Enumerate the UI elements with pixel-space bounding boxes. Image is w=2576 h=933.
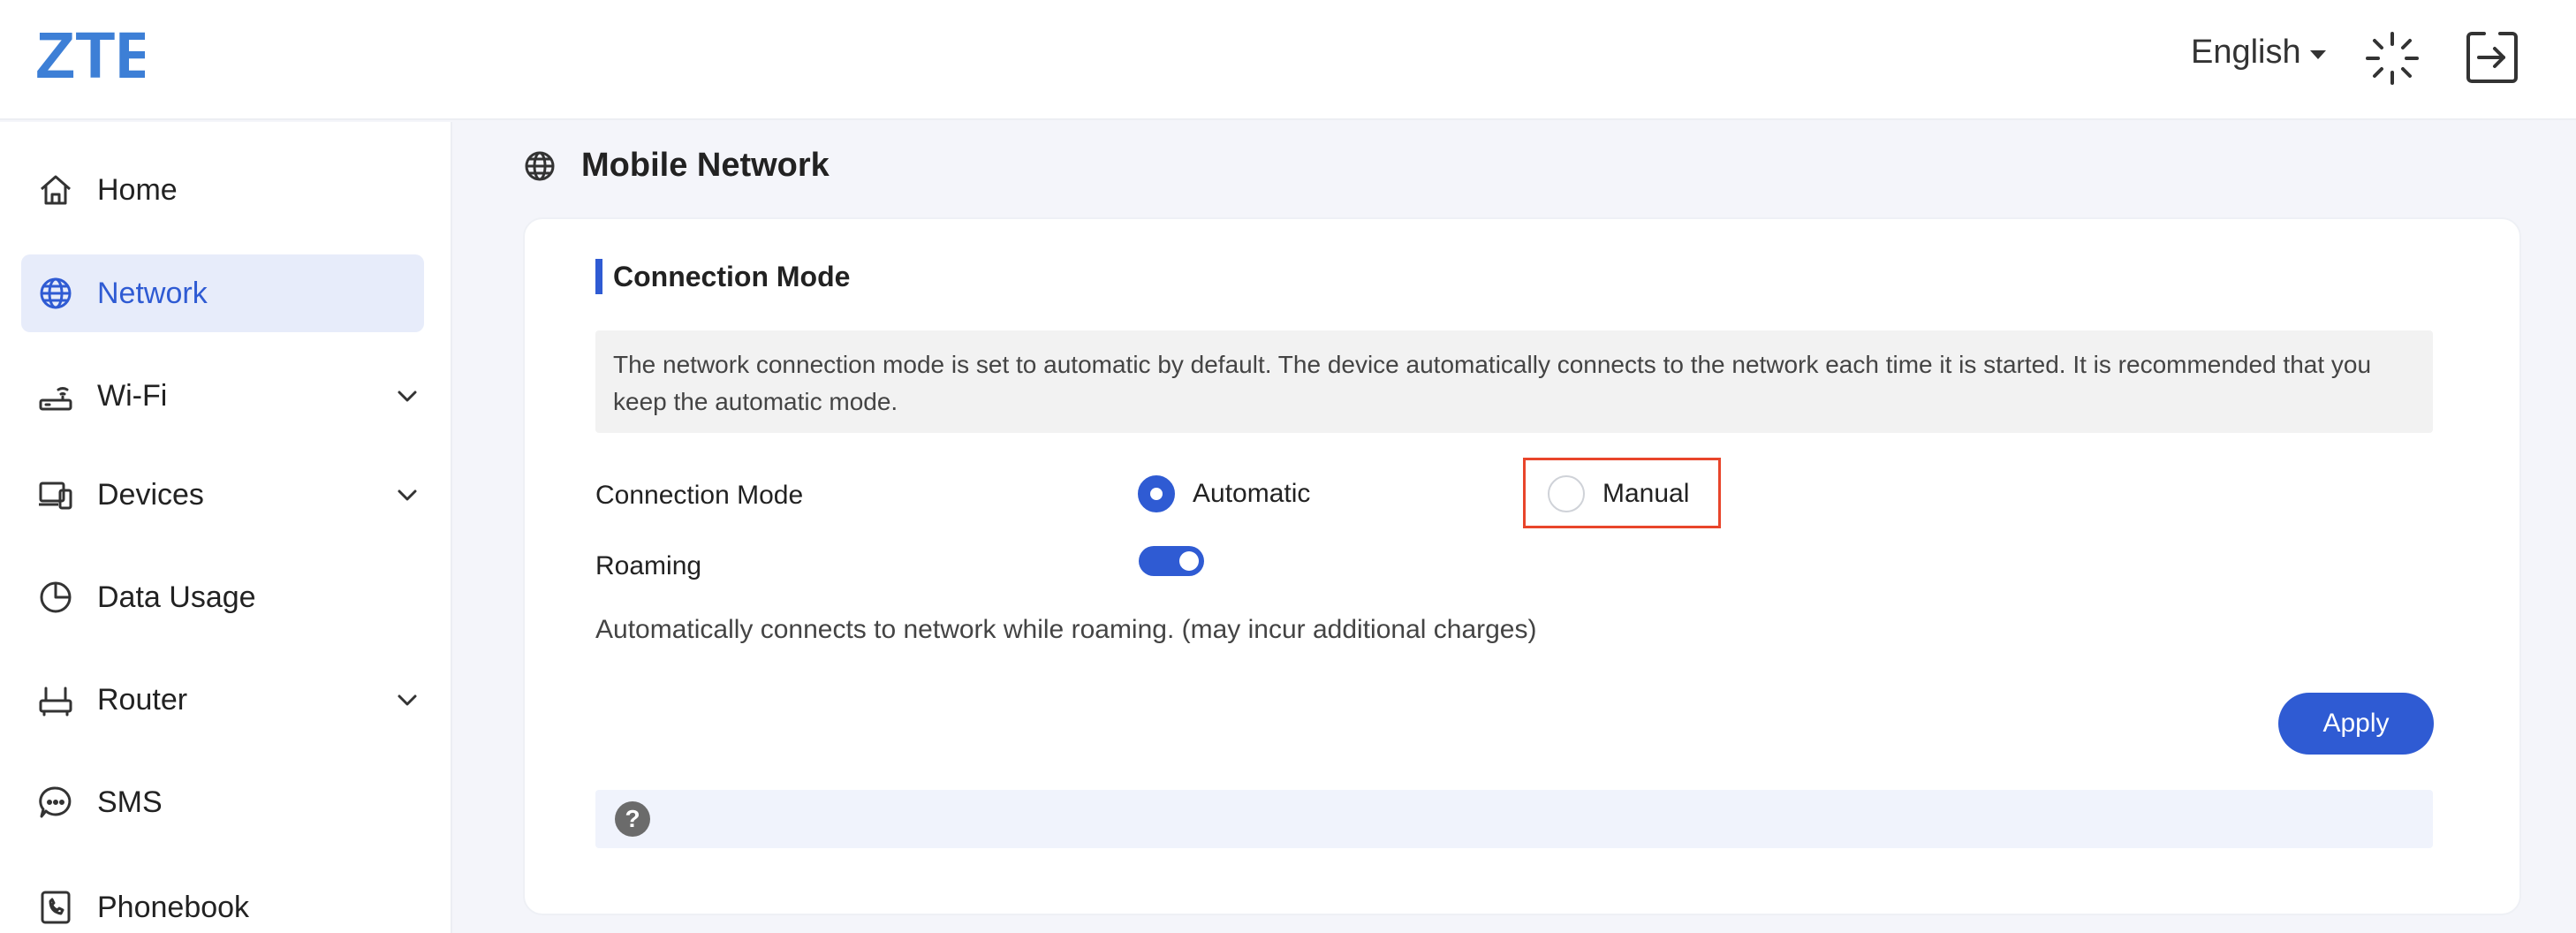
sidebar-item-wifi[interactable]: Wi-Fi xyxy=(21,357,424,435)
globe-icon xyxy=(525,151,555,180)
roaming-label: Roaming xyxy=(595,551,702,580)
sidebar-item-data-usage[interactable]: Data Usage xyxy=(21,558,424,636)
chat-bubble-icon xyxy=(39,786,72,818)
section-title: Connection Mode xyxy=(595,259,851,294)
home-icon xyxy=(41,175,71,205)
pie-chart-icon xyxy=(40,581,72,613)
sidebar-item-sms[interactable]: SMS xyxy=(21,763,424,841)
connection-mode-label: Connection Mode xyxy=(595,481,804,510)
router-icon xyxy=(39,686,72,717)
chevron-down-icon xyxy=(398,489,417,501)
manual-highlight-box xyxy=(1523,458,1721,528)
router-wifi-icon xyxy=(39,387,72,411)
page-title-row: Mobile Network xyxy=(523,147,830,185)
logo-text: ZTE xyxy=(35,25,145,85)
top-header: ZTE English xyxy=(0,0,2576,120)
sidebar-item-phonebook[interactable]: Phonebook xyxy=(21,869,424,933)
caret-down-icon xyxy=(2309,49,2326,59)
sidebar-item-devices[interactable]: Devices xyxy=(21,456,424,534)
toggle-knob xyxy=(1179,551,1199,571)
sidebar-item-label: Data Usage xyxy=(97,580,256,614)
sidebar: Home Network Wi-Fi Devices Data Usage Ro… xyxy=(0,122,452,933)
chevron-down-icon xyxy=(398,391,417,402)
sidebar-item-router[interactable]: Router xyxy=(21,661,424,739)
roaming-description: Automatically connects to network while … xyxy=(595,615,1537,644)
sidebar-item-label: Devices xyxy=(97,477,204,512)
chevron-down-icon xyxy=(398,694,417,706)
sidebar-item-home[interactable]: Home xyxy=(21,151,424,229)
sidebar-item-label: Router xyxy=(97,682,188,717)
help-box: ? xyxy=(595,790,2433,848)
loading-spinner-icon[interactable] xyxy=(2364,30,2421,87)
devices-icon xyxy=(39,482,72,510)
language-dropdown[interactable]: English xyxy=(2191,34,2326,72)
sidebar-item-label: Network xyxy=(97,276,208,310)
radio-checked-icon xyxy=(1138,475,1175,512)
connection-mode-card: Connection Mode The network connection m… xyxy=(523,217,2521,915)
radio-label: Automatic xyxy=(1193,479,1311,508)
sidebar-item-label: Phonebook xyxy=(97,890,250,924)
roaming-toggle[interactable] xyxy=(1139,546,1204,576)
info-box: The network connection mode is set to au… xyxy=(595,330,2433,433)
logout-icon[interactable] xyxy=(2465,30,2519,85)
page-title: Mobile Network xyxy=(581,147,830,184)
language-label: English xyxy=(2191,34,2301,71)
zte-logo: ZTE xyxy=(35,25,145,85)
section-accent-bar xyxy=(595,259,602,294)
section-title-text: Connection Mode xyxy=(613,260,851,292)
help-icon[interactable]: ? xyxy=(615,801,650,837)
apply-button[interactable]: Apply xyxy=(2278,693,2434,755)
globe-icon xyxy=(40,277,72,309)
sidebar-item-label: Wi-Fi xyxy=(97,378,168,413)
sidebar-item-network[interactable]: Network xyxy=(21,254,424,332)
phonebook-icon xyxy=(41,891,71,924)
radio-automatic[interactable]: Automatic xyxy=(1138,475,1310,512)
sidebar-item-label: SMS xyxy=(97,785,163,819)
sidebar-item-label: Home xyxy=(97,172,178,207)
